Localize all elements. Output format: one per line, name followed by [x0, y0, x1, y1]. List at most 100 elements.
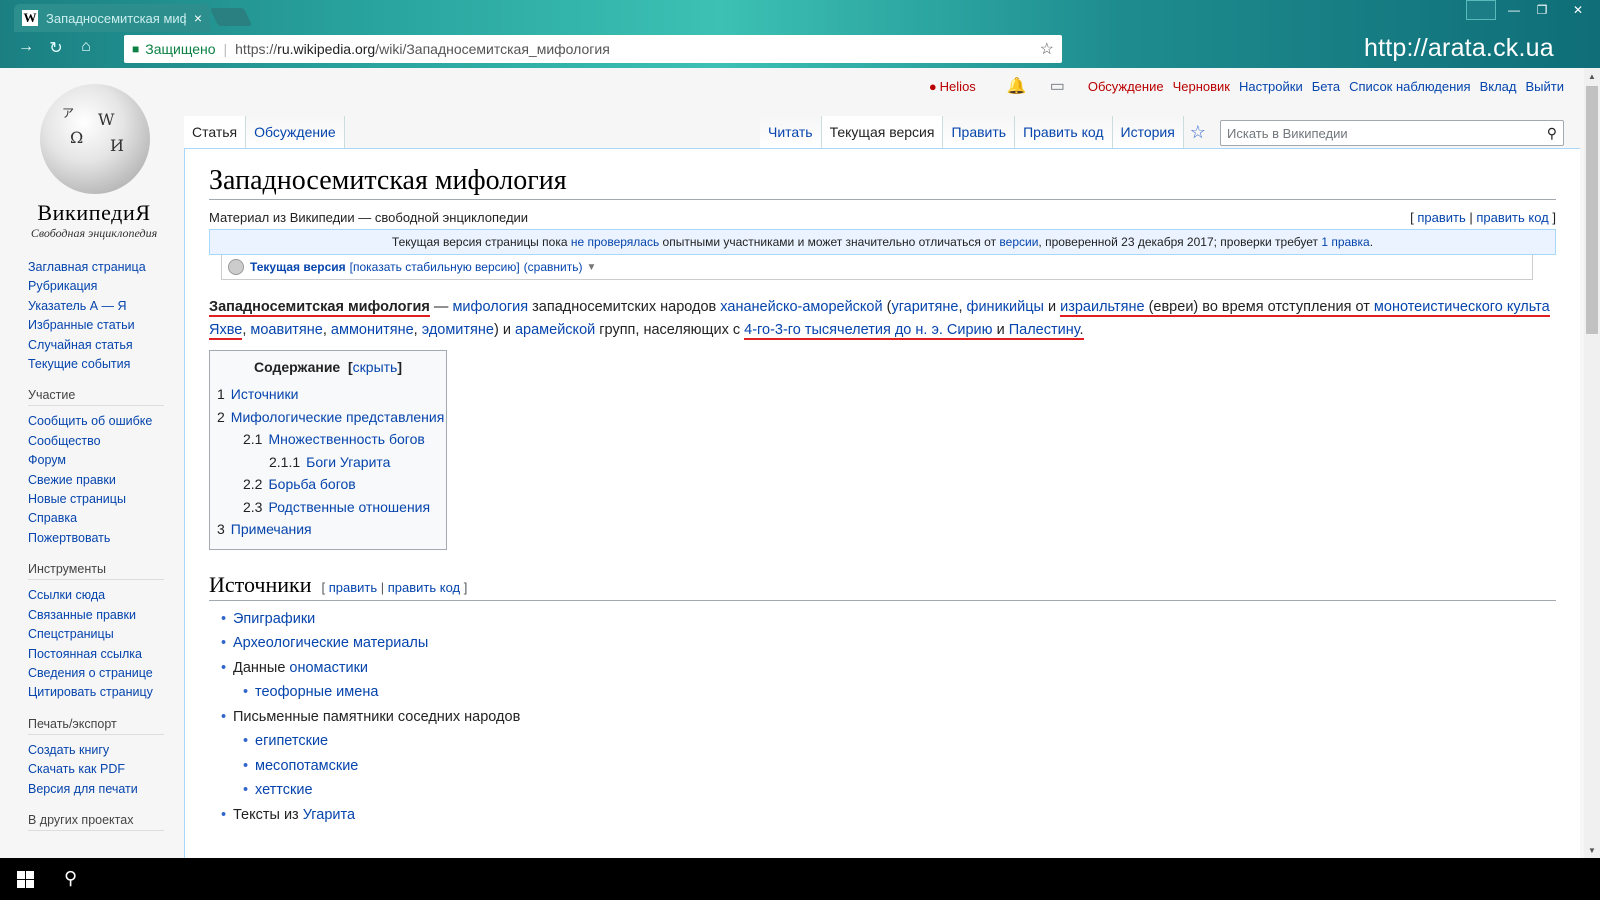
- lead-link[interactable]: Палестину: [1009, 322, 1080, 338]
- list-item-link[interactable]: египетские: [255, 733, 328, 749]
- scroll-up-icon[interactable]: ▲: [1584, 68, 1600, 84]
- list-item-link[interactable]: ономастики: [289, 660, 368, 676]
- list-item-link[interactable]: Эпиграфики: [233, 611, 315, 627]
- sidebar-item-link[interactable]: Заглавная страница: [28, 258, 164, 277]
- profile-button[interactable]: [1466, 0, 1496, 20]
- personal-link[interactable]: Вклад: [1480, 79, 1517, 94]
- close-window-icon[interactable]: ✕: [1556, 0, 1600, 20]
- tab-edit-source[interactable]: Править код: [1015, 116, 1113, 148]
- browser-tab[interactable]: W Западносемитская миф ×: [14, 4, 210, 32]
- show-stable-link[interactable]: [показать стабильную версию]: [350, 260, 520, 274]
- lead-link[interactable]: хананейско-аморейской: [720, 299, 882, 315]
- scroll-thumb[interactable]: [1586, 86, 1598, 334]
- section-edit-source-link[interactable]: править код: [388, 580, 460, 595]
- lead-link[interactable]: Сирию: [947, 322, 993, 338]
- toc-item[interactable]: 2.1.1 Боги Угарита: [217, 451, 439, 474]
- personal-link[interactable]: Настройки: [1239, 79, 1303, 94]
- sidebar-item-link[interactable]: Свежие правки: [28, 471, 164, 490]
- list-item-link[interactable]: месопотамские: [255, 758, 358, 774]
- sidebar-item-link[interactable]: Спецстраницы: [28, 625, 164, 644]
- toc-item[interactable]: 3 Примечания: [217, 518, 439, 541]
- sidebar-item-link[interactable]: Сообщество: [28, 432, 164, 451]
- lead-link[interactable]: 4-го-3-го тысячелетия до н. э.: [744, 322, 943, 338]
- toc-item[interactable]: 2.1 Множественность богов: [217, 428, 439, 451]
- toc-link[interactable]: Примечания: [231, 521, 312, 537]
- tab-read[interactable]: Читать: [760, 116, 822, 148]
- edit-source-link[interactable]: править код: [1476, 210, 1548, 225]
- tab-current-version[interactable]: Текущая версия: [821, 116, 944, 148]
- pending-edits-link[interactable]: 1 правка: [1321, 235, 1369, 249]
- taskbar-search-icon[interactable]: ⚲: [64, 868, 77, 889]
- toc-link[interactable]: Борьба богов: [268, 476, 355, 492]
- scroll-down-icon[interactable]: ▼: [1584, 842, 1600, 858]
- toc-item[interactable]: 2 Мифологические представления: [217, 406, 444, 429]
- sidebar-item-link[interactable]: Связанные правки: [28, 606, 164, 625]
- reload-icon[interactable]: ↻: [48, 38, 64, 58]
- lead-link[interactable]: арамейской: [515, 322, 595, 338]
- personal-link[interactable]: Обсуждение: [1088, 79, 1164, 94]
- lead-link[interactable]: моавитяне: [250, 322, 322, 338]
- personal-link[interactable]: Список наблюдения: [1349, 79, 1470, 94]
- list-item-link[interactable]: Угарита: [303, 807, 355, 823]
- sidebar-item-link[interactable]: Сведения о странице: [28, 664, 164, 683]
- chevron-down-icon[interactable]: ▼: [586, 262, 596, 273]
- search-icon[interactable]: ⚲: [1547, 125, 1557, 142]
- personal-link[interactable]: Черновик: [1173, 79, 1230, 94]
- sidebar-item-link[interactable]: Версия для печати: [28, 780, 164, 799]
- sidebar-item-link[interactable]: Постоянная ссылка: [28, 645, 164, 664]
- list-item-link[interactable]: хеттские: [255, 782, 313, 798]
- sidebar-item-link[interactable]: Текущие события: [28, 355, 164, 374]
- personal-link[interactable]: Бета: [1312, 79, 1340, 94]
- toc-link[interactable]: Источники: [231, 386, 299, 402]
- toc-item[interactable]: 2.3 Родственные отношения: [217, 496, 439, 519]
- toc-link[interactable]: Мифологические представления: [231, 409, 444, 425]
- toc-item[interactable]: 2.2 Борьба богов: [217, 473, 439, 496]
- sidebar-item-link[interactable]: Сообщить об ошибке: [28, 412, 164, 431]
- personal-link[interactable]: Выйти: [1526, 79, 1565, 94]
- lead-link[interactable]: израильтяне: [1060, 299, 1144, 315]
- sidebar-item-link[interactable]: Избранные статьи: [28, 316, 164, 335]
- compare-link[interactable]: (сравнить): [524, 260, 583, 274]
- address-bar[interactable]: ■ Защищено | https://ru.wikipedia.org/wi…: [124, 35, 1062, 63]
- tab-article[interactable]: Статья: [184, 116, 247, 148]
- tab-history[interactable]: История: [1112, 116, 1184, 148]
- sidebar-item-link[interactable]: Указатель А — Я: [28, 297, 164, 316]
- lead-link[interactable]: эдомитяне: [422, 322, 494, 338]
- user-link[interactable]: ● Helios: [929, 79, 976, 94]
- minimize-icon[interactable]: —: [1500, 0, 1528, 20]
- toc-item[interactable]: 1 Источники: [217, 383, 439, 406]
- sidebar-item-link[interactable]: Создать книгу: [28, 741, 164, 760]
- sidebar-item-link[interactable]: Цитировать страницу: [28, 683, 164, 702]
- sidebar-item-link[interactable]: Рубрикация: [28, 277, 164, 296]
- toc-hide-link[interactable]: скрыть: [353, 359, 398, 375]
- not-checked-link[interactable]: не проверялась: [571, 235, 659, 249]
- new-tab-button[interactable]: [209, 8, 253, 26]
- sidebar-item-link[interactable]: Скачать как PDF: [28, 760, 164, 779]
- edit-link[interactable]: править: [1417, 210, 1465, 225]
- sidebar-item-link[interactable]: Форум: [28, 451, 164, 470]
- sidebar-item-link[interactable]: Пожертвовать: [28, 529, 164, 548]
- lead-link[interactable]: аммонитяне: [331, 322, 414, 338]
- sidebar-item-link[interactable]: Новые страницы: [28, 490, 164, 509]
- lead-link[interactable]: финикийцы: [967, 299, 1044, 315]
- notifications-bell-icon[interactable]: 🔔: [1007, 76, 1027, 96]
- wikipedia-logo[interactable]: Ω W И ア ВикипедиЯ Свободная энциклопедия: [24, 84, 164, 241]
- toc-link[interactable]: Боги Угарита: [306, 454, 390, 470]
- section-edit-link[interactable]: править: [329, 580, 377, 595]
- tab-talk[interactable]: Обсуждение: [246, 116, 345, 148]
- forward-icon[interactable]: →: [18, 38, 34, 58]
- restore-icon[interactable]: ❐: [1528, 0, 1556, 20]
- list-item-link[interactable]: Археологические материалы: [233, 635, 428, 651]
- tab-edit[interactable]: Править: [943, 116, 1016, 148]
- notices-tray-icon[interactable]: ▭: [1050, 76, 1065, 96]
- version-link[interactable]: версии: [999, 235, 1038, 249]
- list-item-link[interactable]: теофорные имена: [255, 684, 378, 700]
- tab-close-icon[interactable]: ×: [194, 10, 202, 26]
- toc-link[interactable]: Множественность богов: [268, 431, 424, 447]
- windows-start-icon[interactable]: [17, 871, 34, 888]
- page-scrollbar[interactable]: ▲ ▼: [1584, 68, 1600, 858]
- home-icon[interactable]: ⌂: [78, 38, 94, 58]
- watch-star-icon[interactable]: ☆: [1184, 116, 1212, 148]
- lead-link[interactable]: мифология: [452, 299, 528, 315]
- bookmark-star-icon[interactable]: ☆: [1040, 39, 1054, 59]
